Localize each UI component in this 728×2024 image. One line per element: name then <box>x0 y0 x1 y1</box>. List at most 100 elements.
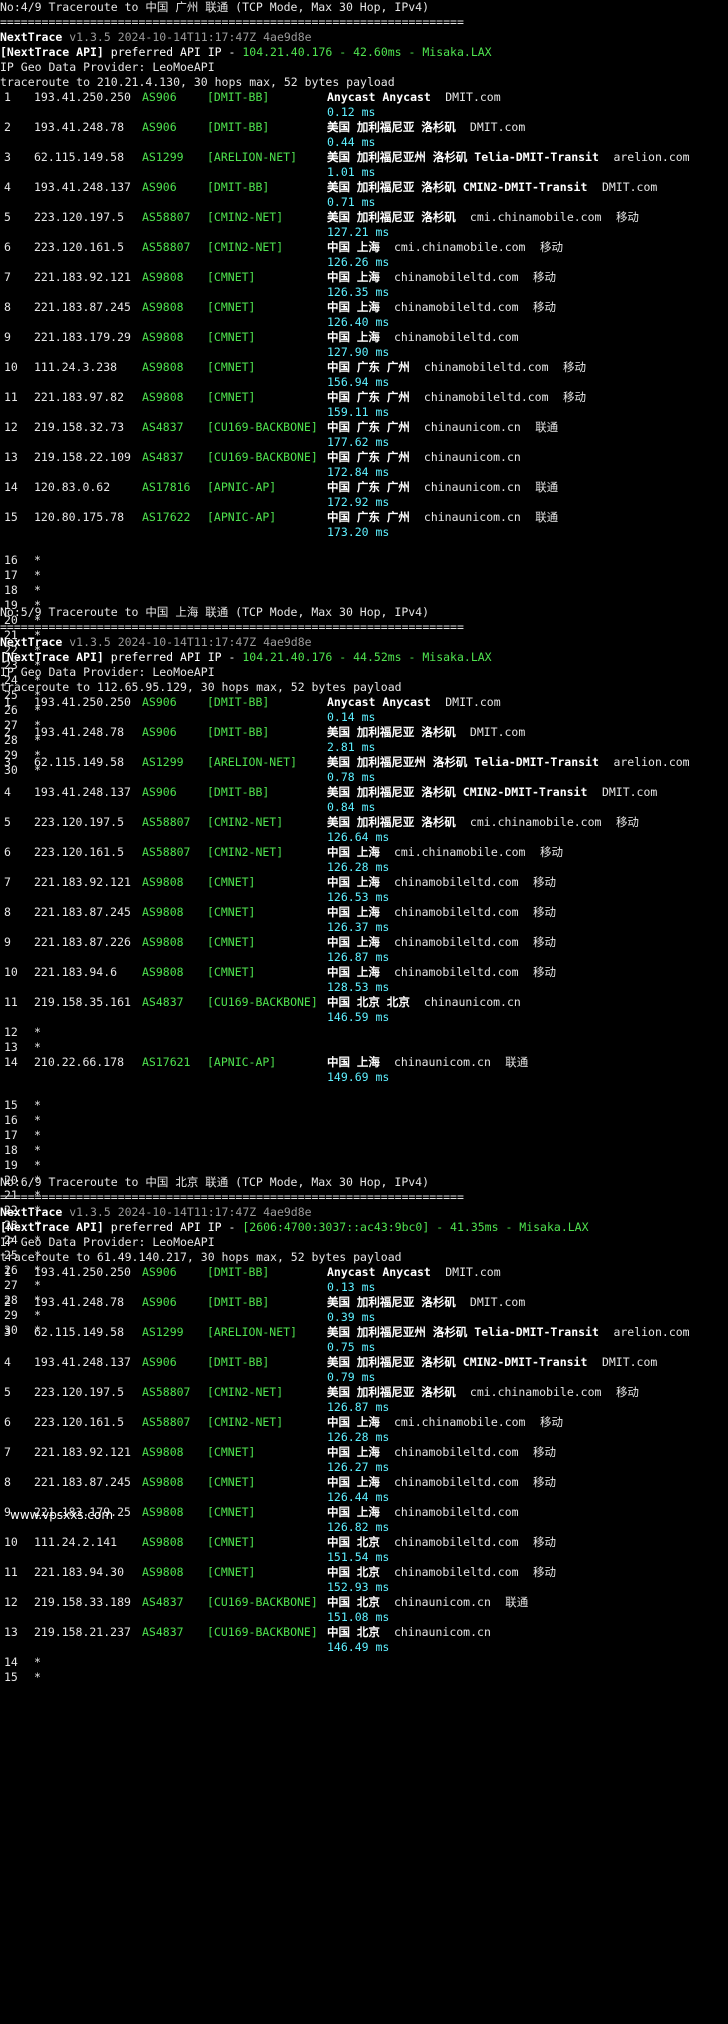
hop-isp: 移动 <box>533 875 557 889</box>
hop-asn: AS9808 <box>142 330 184 344</box>
hop-geo: 美国 加利福尼亚 洛杉矶 CMIN2-DMIT-Transit <box>327 180 588 194</box>
hop-row: 7 221.183.92.121 AS9808 [CMNET] 中国 上海 chinamo… <box>0 1445 728 1475</box>
hop-geo: 美国 加利福尼亚 洛杉矶 <box>327 120 456 134</box>
hop-asn: AS906 <box>142 1355 177 1369</box>
hop-domain: chinaunicom.cn <box>393 1595 491 1609</box>
hop-geo: 中国 广东 广州 <box>327 450 410 464</box>
hop-ip: 210.22.66.178 <box>34 1055 125 1069</box>
hop-domain: chinamobileltd.com <box>423 360 549 374</box>
hop-rtt: 0.13 ms <box>327 1280 376 1294</box>
hop-asn: AS9808 <box>142 270 184 284</box>
hop-network: [CMNET] <box>207 965 256 979</box>
hop-isp: 移动 <box>615 1385 639 1399</box>
hop-number: 3 <box>4 1325 11 1339</box>
hop-row: 11 219.158.35.161 AS4837 [CU169-BACKBONE] 中国… <box>0 995 728 1025</box>
hop-number: 1 <box>4 90 11 104</box>
hop-geo: 中国 上海 <box>327 1445 380 1459</box>
hop-ip: 221.183.92.121 <box>34 1445 131 1459</box>
traceroute-target: traceroute to 112.65.95.129, 30 hops max… <box>0 680 402 694</box>
hop-geo: 美国 加利福尼亚 洛杉矶 <box>327 1295 456 1309</box>
hop-network: [CMNET] <box>207 1475 256 1489</box>
hop-asn: AS17622 <box>142 510 191 524</box>
hop-network: [DMIT-BB] <box>207 1355 270 1369</box>
hop-network: [DMIT-BB] <box>207 1295 270 1309</box>
hop-asn: AS906 <box>142 90 177 104</box>
hop-number: 13 <box>4 1040 18 1054</box>
hop-network: [CMNET] <box>207 360 256 374</box>
hop-network: [CU169-BACKBONE] <box>207 1625 318 1639</box>
hop-isp: 移动 <box>533 1445 557 1459</box>
hop-ip: 219.158.32.73 <box>34 420 125 434</box>
api-label-rest: preferred API IP - <box>103 650 243 664</box>
timeout-hop: 15 * <box>0 1098 728 1113</box>
hop-network: [APNIC-AP] <box>207 510 277 524</box>
hop-row: 8 221.183.87.245 AS9808 [CMNET] 中国 上海 chinamo… <box>0 1475 728 1505</box>
geo-provider: IP Geo Data Provider: LeoMoeAPI <box>0 665 215 679</box>
hop-domain: DMIT.com <box>445 1265 501 1279</box>
hop-rtt: 0.79 ms <box>327 1370 376 1384</box>
hop-ip: 223.120.161.5 <box>34 1415 125 1429</box>
hop-number: 5 <box>4 1385 11 1399</box>
api-prefix: [NextTrace API] preferred API IP - <box>0 45 242 59</box>
hop-ip: 223.120.161.5 <box>34 845 125 859</box>
hop-asn: AS906 <box>142 180 177 194</box>
hop-ip: 193.41.248.78 <box>34 120 125 134</box>
hop-network: [CMNET] <box>207 330 256 344</box>
hop-row: 1 193.41.250.250 AS906 [DMIT-BB] Anycast Any… <box>0 90 728 120</box>
hop-network: [CU169-BACKBONE] <box>207 420 318 434</box>
hop-number: 3 <box>4 150 11 164</box>
api-label: [NextTrace API] <box>0 1220 104 1234</box>
hop-rtt: 127.21 ms <box>327 225 390 239</box>
hop-row: 7 221.183.92.121 AS9808 [CMNET] 中国 上海 chinamo… <box>0 270 728 300</box>
hop-number: 7 <box>4 875 11 889</box>
hop-geo: 中国 上海 <box>327 935 380 949</box>
hop-row: 10 111.24.3.238 AS9808 [CMNET] 中国 广东 广州 china… <box>0 360 728 390</box>
hop-number: 16 <box>4 1113 18 1127</box>
hop-asn: AS4837 <box>142 450 184 464</box>
hop-geo: 中国 广东 广州 <box>327 420 410 434</box>
version-line: NextTrace v1.3.5 2024-10-14T11:17:47Z 4a… <box>0 30 728 45</box>
hop-asn: AS1299 <box>142 755 184 769</box>
hop-rtt: 126.40 ms <box>327 315 390 329</box>
hop-domain: chinamobileltd.com <box>393 300 519 314</box>
hop-number: 18 <box>4 583 18 597</box>
hop-geo: 美国 加利福尼亚州 洛杉矶 Telia-DMIT-Transit <box>327 755 599 769</box>
hop-number: 10 <box>4 1535 18 1549</box>
hop-isp: 移动 <box>533 935 557 949</box>
hop-asn: AS58807 <box>142 240 191 254</box>
hop-ip: 221.183.87.226 <box>34 935 131 949</box>
hop-ip: 221.183.92.121 <box>34 270 131 284</box>
hop-domain: arelion.com <box>613 1325 690 1339</box>
timeout-star: * <box>34 1655 41 1669</box>
hop-number: 4 <box>4 1355 11 1369</box>
hop-domain: chinaunicom.cn <box>423 420 521 434</box>
hop-ip: 219.158.22.109 <box>34 450 131 464</box>
hop-asn: AS1299 <box>142 1325 184 1339</box>
hop-ip: 193.41.250.250 <box>34 1265 131 1279</box>
hop-asn: AS906 <box>142 695 177 709</box>
hop-geo: 中国 上海 <box>327 845 380 859</box>
hop-number: 6 <box>4 1415 11 1429</box>
hop-network: [CMNET] <box>207 1535 256 1549</box>
hop-rtt: 177.62 ms <box>327 435 390 449</box>
timeout-star: * <box>34 1143 41 1157</box>
hop-asn: AS4837 <box>142 1625 184 1639</box>
hop-number: 12 <box>4 1025 18 1039</box>
separator-rule: ========================================… <box>0 1190 464 1204</box>
hop-row: 3 62.115.149.58 AS1299 [ARELION-NET] 美国 加利福尼… <box>0 755 728 785</box>
watermark: www.vpsxxs.com <box>10 1508 114 1522</box>
version-info: v1.3.5 2024-10-14T11:17:47Z 4ae9d8e <box>62 635 312 649</box>
hop-isp: 联通 <box>535 480 559 494</box>
hop-number: 17 <box>4 568 18 582</box>
hop-rtt: 126.27 ms <box>327 1460 390 1474</box>
hop-ip: 221.183.92.121 <box>34 875 131 889</box>
hop-rtt: 126.87 ms <box>327 1400 390 1414</box>
hop-ip: 193.41.248.78 <box>34 1295 125 1309</box>
hop-row: 2 193.41.248.78 AS906 [DMIT-BB] 美国 加利福尼亚 洛杉矶… <box>0 1295 728 1325</box>
hop-asn: AS906 <box>142 725 177 739</box>
hop-network: [DMIT-BB] <box>207 120 270 134</box>
hop-rtt: 159.11 ms <box>327 405 390 419</box>
hop-row: 2 193.41.248.78 AS906 [DMIT-BB] 美国 加利福尼亚 洛杉矶… <box>0 120 728 150</box>
hop-asn: AS58807 <box>142 1415 191 1429</box>
hop-domain: chinaunicom.cn <box>393 1055 491 1069</box>
